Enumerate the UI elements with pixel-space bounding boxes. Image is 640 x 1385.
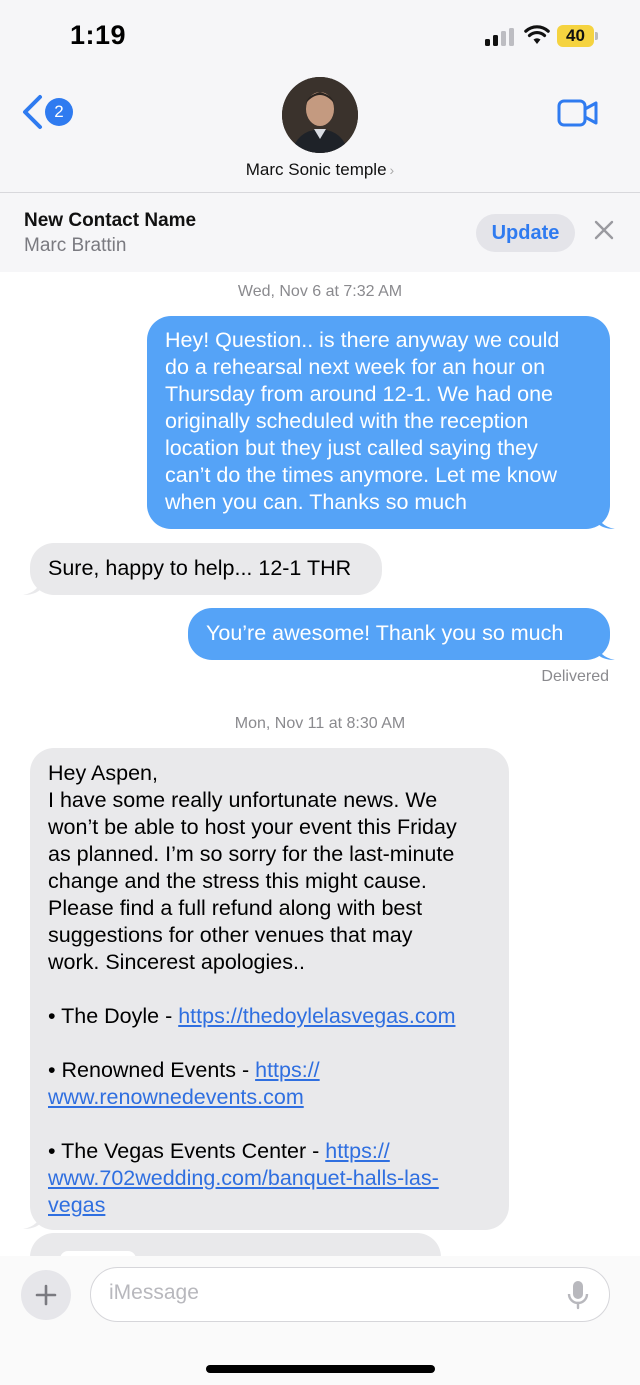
status-time: 1:19	[70, 20, 127, 50]
delivered-status: Delivered	[541, 668, 609, 685]
venue-item: • The Vegas Events Center - https://	[48, 1139, 390, 1163]
message-bubble-outgoing[interactable]: You’re awesome! Thank you so much	[188, 608, 610, 660]
battery-icon: 40	[557, 25, 598, 47]
venue-link[interactable]: https://thedoylelasvegas.com	[178, 1004, 455, 1028]
update-contact-button[interactable]: Update	[476, 214, 575, 252]
battery-level: 40	[557, 25, 594, 47]
contact-name[interactable]: Marc Sonic temple ›	[0, 160, 640, 180]
message-input-placeholder: iMessage	[109, 1281, 199, 1304]
new-contact-banner: New Contact Name Marc Brattin Update	[0, 193, 640, 272]
back-chevron-icon[interactable]	[20, 94, 44, 130]
venue-link[interactable]: vegas	[48, 1193, 105, 1217]
plus-icon	[35, 1284, 57, 1306]
avatar[interactable]	[282, 77, 358, 153]
banner-title: New Contact Name	[24, 210, 197, 231]
video-call-icon[interactable]	[557, 99, 599, 127]
signal-icon	[485, 28, 515, 46]
date-separator: Wed, Nov 6 at 7:32 AM	[237, 283, 403, 300]
venue-item: • Renowned Events - https://	[48, 1058, 320, 1082]
add-attachment-button[interactable]	[21, 1270, 71, 1320]
unread-count-badge[interactable]: 2	[45, 98, 73, 126]
venue-link[interactable]: https://	[255, 1058, 320, 1082]
close-icon[interactable]	[594, 220, 614, 240]
message-bubble-incoming[interactable]: Hey Aspen, I have some really unfortunat…	[30, 748, 509, 1230]
venue-link[interactable]: www.702wedding.com/banquet-halls-las-	[48, 1166, 439, 1190]
date-separator: Mon, Nov 11 at 8:30 AM	[234, 715, 406, 732]
chevron-right-icon: ›	[389, 162, 395, 178]
microphone-icon[interactable]	[567, 1280, 589, 1310]
wifi-icon	[524, 25, 550, 44]
venue-link[interactable]: https://	[325, 1139, 390, 1163]
banner-subtitle: Marc Brattin	[24, 235, 127, 256]
home-indicator[interactable]	[206, 1365, 435, 1373]
venue-item: • The Doyle - https://thedoylelasvegas.c…	[48, 1004, 456, 1028]
message-bubble-incoming[interactable]: Sure, happy to help... 12-1 THR	[30, 543, 382, 595]
venue-link[interactable]: www.renownedevents.com	[48, 1085, 304, 1109]
message-bubble-outgoing[interactable]: Hey! Question.. is there anyway we could…	[147, 316, 610, 529]
